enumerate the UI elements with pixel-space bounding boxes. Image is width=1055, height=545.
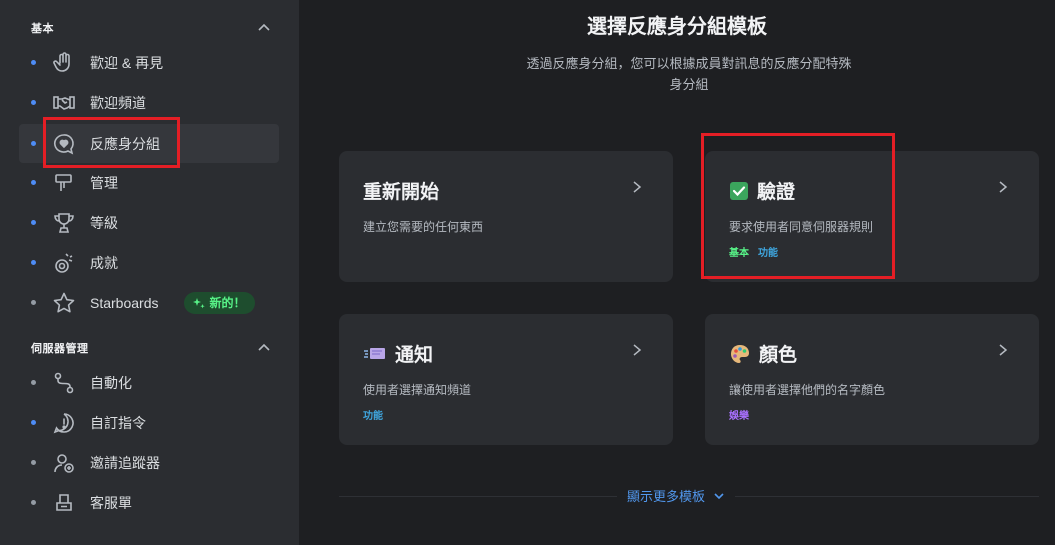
main-panel: 選擇反應身分組模板 透過反應身分組，您可以根據成員對訊息的反應分配特殊 身分組 … — [299, 0, 1055, 545]
check-box-icon — [730, 181, 748, 200]
tag-list: 基本 功能 — [729, 244, 778, 259]
status-dot — [31, 420, 36, 425]
card-title: 驗證 — [729, 177, 795, 204]
tag-feature: 功能 — [363, 411, 383, 422]
show-more-templates-button[interactable]: 顯示更多模板 — [617, 486, 736, 505]
sidebar-item-label: 自訂指令 — [90, 414, 146, 431]
status-dot — [31, 260, 36, 265]
chevron-right-icon — [633, 181, 642, 193]
status-dot — [31, 141, 36, 146]
chevron-up-icon[interactable] — [257, 21, 271, 35]
sidebar-item-label: 反應身分組 — [90, 135, 160, 152]
section-header-basic[interactable]: 基本 — [31, 18, 271, 38]
sidebar-item-starboards[interactable]: Starboards 新的！ — [19, 283, 279, 322]
sidebar-item-moderation[interactable]: 管理 — [19, 163, 279, 202]
sidebar-item-label: 歡迎 & 再見 — [90, 54, 164, 71]
card-title-text: 重新開始 — [363, 182, 440, 203]
sidebar-item-label: 自動化 — [90, 374, 132, 391]
custom-command-icon — [52, 411, 76, 435]
sidebar-item-levels[interactable]: 等級 — [19, 203, 279, 242]
section-header-server-management[interactable]: 伺服器管理 — [31, 338, 271, 358]
reaction-heart-icon — [52, 132, 76, 156]
status-dot — [31, 60, 36, 65]
status-dot — [31, 460, 36, 465]
handshake-icon — [52, 91, 76, 115]
tag-feature: 功能 — [758, 248, 778, 259]
page-subtitle: 透過反應身分組，您可以根據成員對訊息的反應分配特殊 身分組 — [499, 53, 879, 95]
gavel-icon — [52, 171, 76, 195]
chevron-down-icon — [714, 492, 724, 499]
show-more-label: 顯示更多模板 — [627, 489, 706, 504]
template-card-verification[interactable]: 驗證 要求使用者同意伺服器規則 基本 功能 — [705, 151, 1039, 282]
chevron-right-icon — [999, 344, 1008, 356]
tag-list: 功能 — [363, 407, 383, 422]
sidebar-item-welcome-channel[interactable]: 歡迎頻道 — [19, 83, 279, 122]
tag-list: 娛樂 — [729, 407, 749, 422]
sidebar-item-label: 成就 — [90, 254, 118, 271]
trophy-icon — [52, 211, 76, 235]
chevron-right-icon — [633, 344, 642, 356]
section-title: 伺服器管理 — [31, 343, 89, 355]
tag-basic: 基本 — [729, 248, 749, 259]
subtitle-line: 身分組 — [669, 77, 709, 92]
sidebar: 基本 歡迎 & 再見 歡迎頻道 反應身分組 管理 等級 成就 Starboard… — [0, 0, 299, 545]
page-title: 選擇反應身分組模板 — [587, 16, 767, 38]
sidebar-item-reaction-roles[interactable]: 反應身分組 — [19, 124, 279, 163]
chevron-right-icon — [999, 181, 1008, 193]
sidebar-item-automation[interactable]: 自動化 — [19, 363, 279, 402]
tag-fun: 娛樂 — [729, 411, 749, 422]
card-title: 重新開始 — [363, 177, 439, 204]
card-title-text: 通知 — [395, 345, 434, 366]
sidebar-item-label: 管理 — [90, 174, 118, 191]
subtitle-line: 透過反應身分組，您可以根據成員對訊息的反應分配特殊 — [526, 56, 852, 71]
sparkle-icon — [193, 297, 206, 308]
sidebar-item-label: 歡迎頻道 — [90, 94, 146, 111]
palette-icon — [731, 344, 749, 363]
status-dot — [31, 220, 36, 225]
sidebar-item-welcome-goodbye[interactable]: 歡迎 & 再見 — [19, 43, 279, 82]
status-dot — [31, 100, 36, 105]
status-dot — [31, 300, 36, 305]
chevron-up-icon[interactable] — [257, 341, 271, 355]
sidebar-item-label: 邀請追蹤器 — [90, 454, 160, 471]
notification-icon — [364, 347, 385, 359]
sidebar-item-tickets[interactable]: 客服單 — [19, 483, 279, 522]
sidebar-item-label: 等級 — [90, 214, 118, 231]
card-title-text: 顏色 — [759, 345, 798, 366]
sidebar-item-label: Starboards — [90, 294, 159, 311]
star-icon — [52, 291, 76, 315]
template-card-notifications[interactable]: 通知 使用者選擇通知頻道 功能 — [339, 314, 673, 445]
card-description: 建立您需要的任何東西 — [363, 220, 484, 234]
card-description: 要求使用者同意伺服器規則 — [729, 220, 874, 234]
sidebar-item-invite-tracker[interactable]: 邀請追蹤器 — [19, 443, 279, 482]
status-dot — [31, 180, 36, 185]
sidebar-item-label: 客服單 — [90, 494, 132, 511]
status-dot — [31, 380, 36, 385]
card-description: 使用者選擇通知頻道 — [363, 383, 472, 397]
card-title: 通知 — [363, 340, 433, 367]
invite-tracker-icon — [52, 451, 76, 475]
badge-label: 新的！ — [209, 296, 246, 310]
ticket-icon — [52, 491, 76, 515]
template-card-start-fresh[interactable]: 重新開始 建立您需要的任何東西 — [339, 151, 673, 282]
sidebar-item-achievements[interactable]: 成就 — [19, 243, 279, 282]
card-description: 讓使用者選擇他們的名字顏色 — [729, 383, 886, 397]
section-title: 基本 — [31, 23, 54, 35]
card-title: 顏色 — [729, 340, 797, 367]
wave-hand-icon — [52, 51, 76, 75]
sidebar-item-custom-commands[interactable]: 自訂指令 — [19, 403, 279, 442]
template-card-colors[interactable]: 顏色 讓使用者選擇他們的名字顏色 娛樂 — [705, 314, 1039, 445]
card-title-text: 驗證 — [757, 182, 796, 203]
status-dot — [31, 500, 36, 505]
new-badge: 新的！ — [184, 291, 255, 314]
automation-icon — [52, 371, 76, 395]
achievement-icon — [52, 251, 76, 275]
